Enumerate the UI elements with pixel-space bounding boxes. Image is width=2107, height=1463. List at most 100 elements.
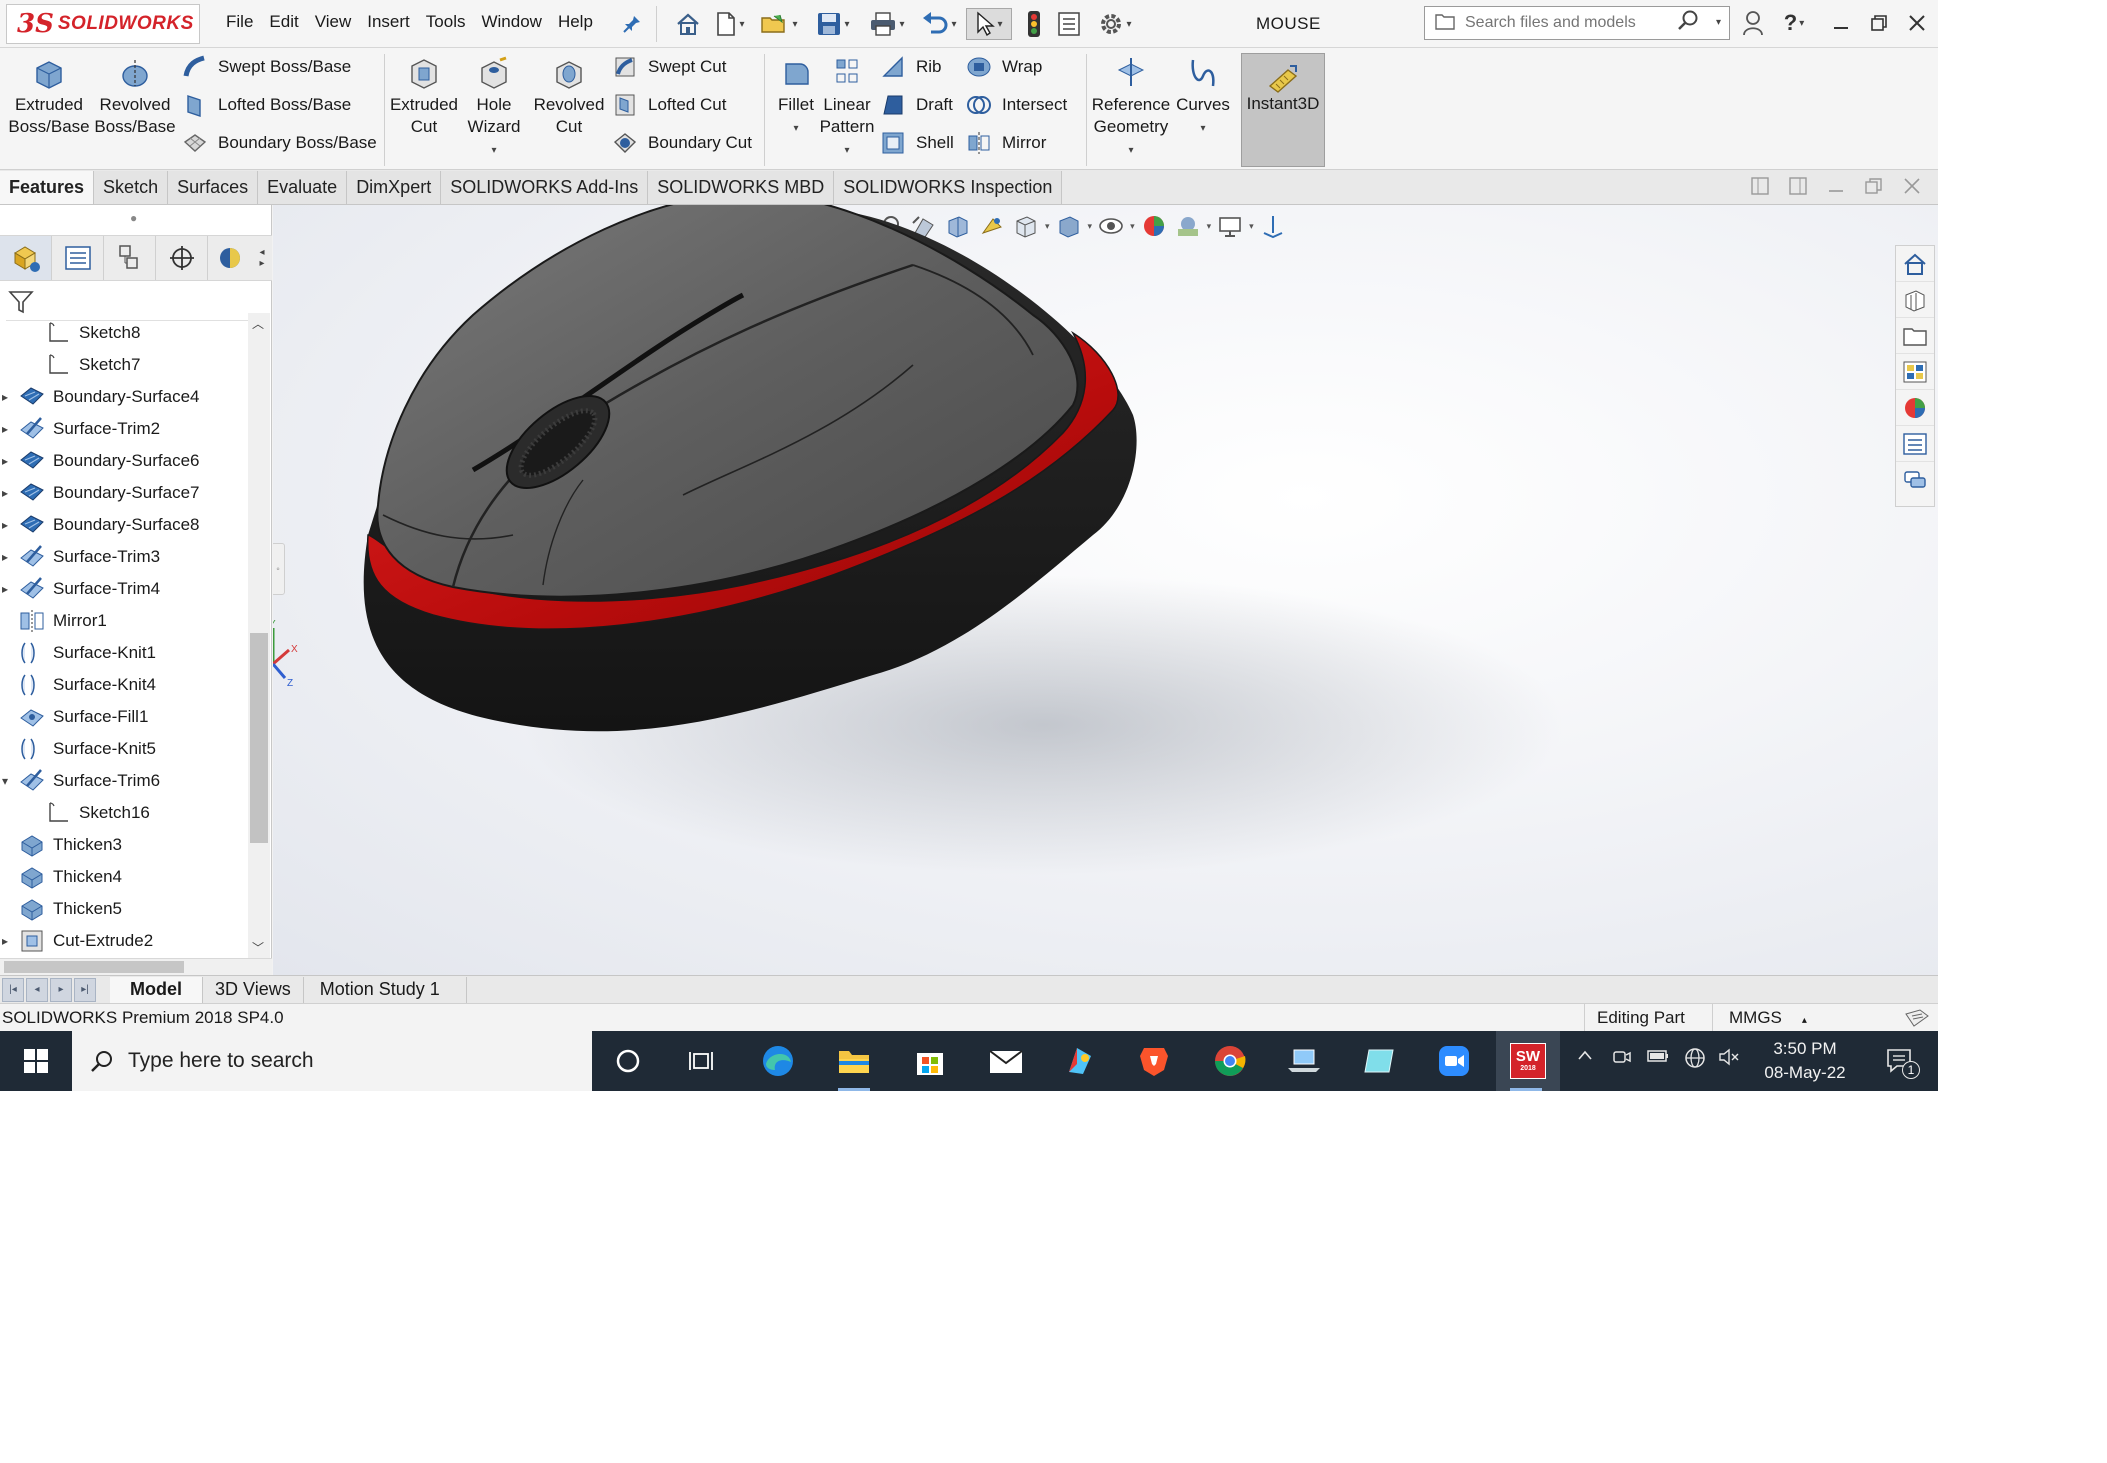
tree-node[interactable]: ▸ Boundary-Surface8 bbox=[2, 509, 199, 541]
tree-horizontal-scrollbar[interactable] bbox=[0, 958, 272, 975]
scroll-up-icon[interactable]: ︿ bbox=[252, 315, 264, 332]
restore-icon[interactable] bbox=[1862, 6, 1896, 40]
user-account-icon[interactable] bbox=[1736, 6, 1770, 40]
doc-minimize-icon[interactable] bbox=[1826, 176, 1846, 202]
home-icon[interactable] bbox=[672, 8, 704, 40]
revolved-boss-button[interactable]: Revolved Boss/Base bbox=[94, 56, 176, 138]
graphics-area[interactable]: ◦ ▾ ▾ ▾ ▾ ▾ Y X Z bbox=[273, 205, 1938, 975]
tree-node[interactable]: ▾ Surface-Trim6 bbox=[2, 765, 160, 797]
expand-arrow-icon[interactable]: ▸ bbox=[2, 422, 16, 436]
tree-node[interactable]: Sketch8 bbox=[45, 317, 140, 349]
linear-pattern-button[interactable]: Linear Pattern ▾ bbox=[812, 56, 882, 162]
expand-arrow-icon[interactable]: ▸ bbox=[2, 582, 16, 596]
configuration-manager-tab-icon[interactable] bbox=[104, 236, 156, 280]
custom-properties-icon[interactable] bbox=[1896, 426, 1934, 462]
tree-node[interactable]: Surface-Knit4 bbox=[19, 669, 156, 701]
mouse-model-render[interactable] bbox=[273, 205, 1938, 975]
tree-node[interactable]: Sketch7 bbox=[45, 349, 140, 381]
panel-grip-icon[interactable]: ● bbox=[130, 211, 137, 225]
draft-button[interactable]: Draft bbox=[880, 90, 953, 120]
reference-geometry-dropdown-icon[interactable]: ▾ bbox=[1128, 140, 1133, 162]
options-gear-icon[interactable]: ▾ bbox=[1092, 8, 1138, 40]
menu-help[interactable]: Help bbox=[550, 12, 601, 32]
menu-tools[interactable]: Tools bbox=[418, 12, 474, 32]
system-clock[interactable]: 3:50 PM 08-May-22 bbox=[1750, 1037, 1860, 1085]
tab-3d-views[interactable]: 3D Views bbox=[203, 976, 304, 1003]
tree-node[interactable]: ▸ Boundary-Surface6 bbox=[2, 445, 199, 477]
chrome-browser-icon[interactable] bbox=[1200, 1031, 1260, 1091]
new-document-icon[interactable]: ▾ bbox=[710, 8, 750, 40]
tab-features[interactable]: Features bbox=[0, 171, 95, 204]
cortana-icon[interactable] bbox=[598, 1031, 658, 1091]
zoom-app-icon[interactable] bbox=[1424, 1031, 1484, 1091]
hole-wizard-dropdown-icon[interactable]: ▾ bbox=[491, 140, 496, 162]
microsoft-store-icon[interactable] bbox=[900, 1031, 960, 1091]
close-icon[interactable] bbox=[1900, 6, 1934, 40]
laptop-app-icon[interactable] bbox=[1274, 1031, 1334, 1091]
tree-node[interactable]: ▸ Surface-Trim4 bbox=[2, 573, 160, 605]
revolved-cut-button[interactable]: Revolved Cut bbox=[530, 56, 608, 138]
tab-model[interactable]: Model bbox=[110, 976, 203, 1003]
shell-button[interactable]: Shell bbox=[880, 128, 954, 158]
feature-tree-tab-icon[interactable] bbox=[0, 236, 52, 280]
notes-app-icon[interactable] bbox=[1350, 1031, 1410, 1091]
battery-icon[interactable] bbox=[1646, 1047, 1670, 1071]
search-input[interactable] bbox=[1465, 14, 1675, 32]
file-explorer-icon[interactable] bbox=[1896, 318, 1934, 354]
menu-edit[interactable]: Edit bbox=[261, 12, 306, 32]
reference-geometry-button[interactable]: Reference Geometry ▾ bbox=[1090, 56, 1172, 162]
expand-arrow-icon[interactable]: ▸ bbox=[2, 550, 16, 564]
solidworks-logo[interactable]: 3S SOLIDWORKS bbox=[6, 4, 200, 44]
print-icon[interactable]: ▾ bbox=[864, 8, 910, 40]
collapse-arrow-icon[interactable]: ▾ bbox=[2, 774, 16, 788]
view-palette-icon[interactable] bbox=[1896, 354, 1934, 390]
file-properties-icon[interactable] bbox=[1054, 8, 1084, 40]
tree-node[interactable]: ▸ Cut-Extrude2 bbox=[2, 925, 153, 957]
boundary-boss-button[interactable]: Boundary Boss/Base bbox=[182, 128, 377, 158]
pin-icon[interactable] bbox=[620, 8, 644, 40]
extruded-boss-button[interactable]: Extruded Boss/Base bbox=[8, 56, 90, 138]
panel-tab-scroll-icon[interactable]: ◂ ▸ bbox=[252, 247, 272, 269]
file-explorer-taskbar-icon[interactable] bbox=[824, 1031, 884, 1091]
linear-pattern-dropdown-icon[interactable]: ▾ bbox=[844, 140, 849, 162]
intersect-button[interactable]: Intersect bbox=[966, 90, 1067, 120]
meet-now-icon[interactable] bbox=[1612, 1047, 1632, 1073]
network-globe-icon[interactable] bbox=[1684, 1047, 1706, 1075]
save-icon[interactable]: ▾ bbox=[810, 8, 856, 40]
last-tab-icon[interactable]: ▸| bbox=[74, 977, 96, 1002]
display-manager-tab-icon[interactable] bbox=[208, 236, 252, 280]
horizontal-scroll-thumb[interactable] bbox=[4, 961, 184, 973]
brave-browser-icon[interactable] bbox=[1124, 1031, 1184, 1091]
appearances-scenes-icon[interactable] bbox=[1896, 390, 1934, 426]
swept-boss-button[interactable]: Swept Boss/Base bbox=[182, 52, 351, 82]
rib-button[interactable]: Rib bbox=[880, 52, 942, 82]
tree-scrollbar[interactable]: ︿ ﹀ bbox=[248, 313, 270, 958]
hole-wizard-button[interactable]: Hole Wizard ▾ bbox=[458, 56, 530, 162]
instant3d-button[interactable]: Instant3D bbox=[1241, 53, 1325, 167]
lofted-boss-button[interactable]: Lofted Boss/Base bbox=[182, 90, 351, 120]
tile-left-icon[interactable] bbox=[1750, 176, 1770, 202]
tree-node[interactable]: Surface-Fill1 bbox=[19, 701, 148, 733]
tab-evaluate[interactable]: Evaluate bbox=[258, 171, 348, 204]
units-dropdown-icon[interactable]: ▴ bbox=[1802, 1015, 1807, 1026]
tree-node[interactable]: Mirror1 bbox=[19, 605, 107, 637]
tree-node[interactable]: Thicken5 bbox=[19, 893, 122, 925]
search-files-box[interactable]: ▾ bbox=[1424, 6, 1730, 40]
paint-3d-icon[interactable] bbox=[1050, 1031, 1110, 1091]
scroll-down-icon[interactable]: ﹀ bbox=[252, 939, 264, 956]
swept-cut-button[interactable]: Swept Cut bbox=[612, 52, 726, 82]
tree-node[interactable]: ▸ Surface-Trim2 bbox=[2, 413, 160, 445]
menu-window[interactable]: Window bbox=[473, 12, 549, 32]
menu-insert[interactable]: Insert bbox=[359, 12, 418, 32]
tab-inspection[interactable]: SOLIDWORKS Inspection bbox=[834, 171, 1063, 204]
open-icon[interactable]: ▾ bbox=[756, 8, 802, 40]
expand-arrow-icon[interactable]: ▸ bbox=[2, 454, 16, 468]
expand-arrow-icon[interactable]: ▸ bbox=[2, 486, 16, 500]
start-button[interactable] bbox=[0, 1031, 72, 1091]
wrap-button[interactable]: Wrap bbox=[966, 52, 1042, 82]
tab-sketch[interactable]: Sketch bbox=[94, 171, 169, 204]
minimize-icon[interactable] bbox=[1824, 6, 1858, 40]
property-manager-tab-icon[interactable] bbox=[52, 236, 104, 280]
mirror-button[interactable]: Mirror bbox=[966, 128, 1046, 158]
doc-restore-icon[interactable] bbox=[1864, 176, 1884, 202]
